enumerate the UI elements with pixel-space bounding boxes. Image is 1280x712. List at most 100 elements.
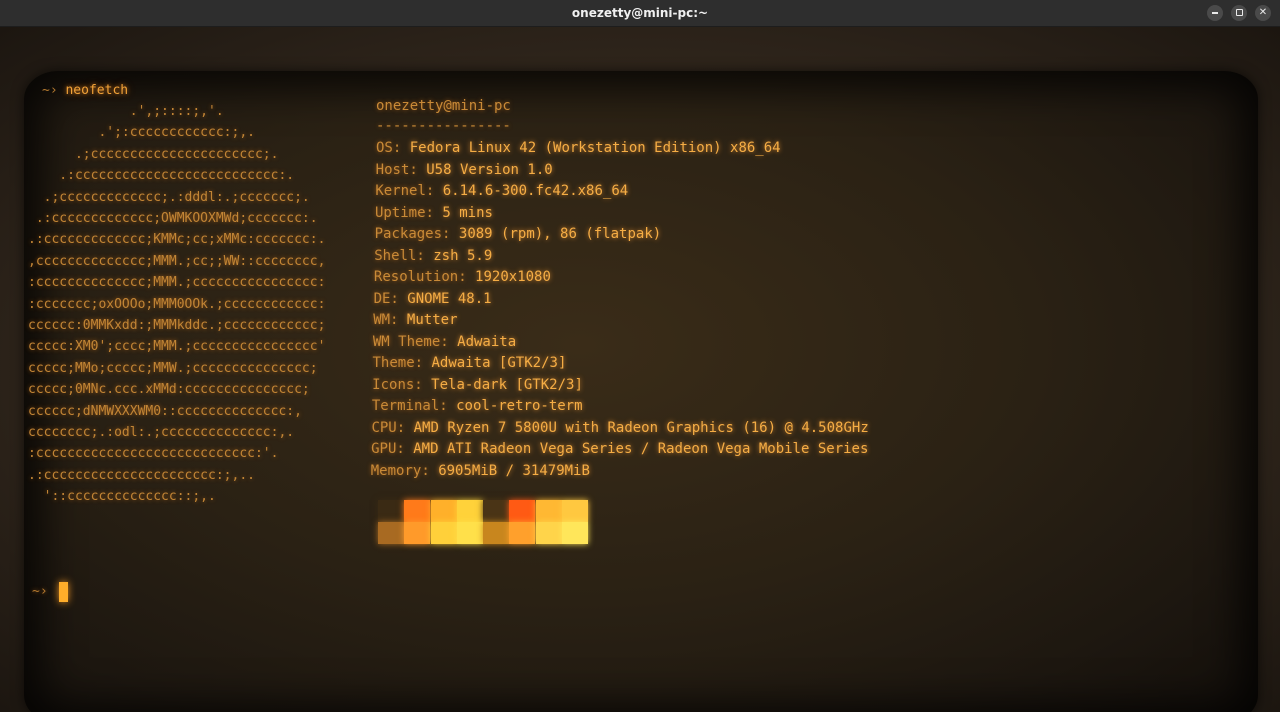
info-value: Adwaita [GTK2/3]	[423, 355, 567, 371]
logo-line: .:ccccccccccccc;OWMKOOXMWd;ccccccc:.	[28, 211, 318, 226]
close-icon: ✕	[1258, 7, 1268, 18]
info-key: Icons:	[372, 376, 423, 393]
close-button[interactable]: ✕	[1255, 5, 1271, 21]
info-value: 6905MiB / 31479MiB	[429, 462, 590, 479]
info-row: Kernel: 6.14.6-300.fc42.x86_64	[375, 182, 628, 200]
palette-swatch	[456, 500, 483, 522]
logo-line: ccccc;0MNc.ccc.xMMd:ccccccccccccccc;	[28, 382, 310, 398]
logo-line: .;ccccccccccccc;.:dddl:.;ccccccc;.	[28, 189, 310, 205]
title-bar[interactable]: onezetty@mini-pc:~ ✕	[0, 0, 1280, 27]
info-key: DE:	[373, 290, 399, 307]
palette-swatch	[404, 500, 431, 522]
logo-line: ,cccccccccccccc;MMM.;cc;;WW::cccccccc,	[28, 253, 326, 269]
info-value: AMD ATI Radeon Vega Series / Radeon Vega…	[404, 441, 869, 457]
command-text: neofetch	[65, 83, 129, 98]
palette-swatch	[404, 522, 431, 544]
info-key: Theme:	[372, 355, 424, 371]
info-key: Memory:	[370, 462, 430, 479]
info-row: GPU: AMD ATI Radeon Vega Series / Radeon…	[371, 440, 868, 458]
logo-line: :cccccccccccccccccccccccccccc:'.	[28, 446, 279, 462]
palette-swatch	[378, 500, 404, 522]
info-row: Packages: 3089 (rpm), 86 (flatpak)	[375, 225, 662, 243]
info-value: Fedora Linux 42 (Workstation Edition) x8…	[401, 140, 781, 156]
logo-line: cccccccc;.:odl:.;cccccccccccccc:,.	[28, 425, 295, 440]
info-row: OS: Fedora Linux 42 (Workstation Edition…	[376, 139, 781, 157]
info-row: Theme: Adwaita [GTK2/3]	[373, 354, 567, 372]
palette-swatch	[535, 500, 562, 522]
info-value: Tela-dark [GTK2/3]	[422, 376, 583, 393]
minimize-icon	[1212, 12, 1218, 14]
info-value: Adwaita	[448, 333, 517, 350]
info-row: Uptime: 5 mins	[375, 204, 493, 222]
final-prompt: ~›	[32, 584, 48, 599]
info-key: WM Theme:	[372, 333, 449, 350]
info-key: Kernel:	[375, 183, 435, 199]
info-key: Terminal:	[371, 398, 448, 414]
palette-swatch	[378, 522, 404, 544]
crt-screen[interactable]: ~› neofetch .',;::::;,'. .';:ccccccccccc…	[24, 71, 1258, 712]
info-value: Mutter	[398, 312, 458, 328]
info-key: Resolution:	[373, 269, 467, 285]
info-key: Host:	[375, 161, 418, 178]
palette-swatch	[483, 522, 509, 544]
logo-line: cccccc:0MMKxdd:;MMMkddc.;cccccccccccc;	[28, 318, 326, 333]
logo-line: .:ccccccccccccc;KMMc;cc;xMMc:ccccccc:.	[28, 232, 326, 248]
info-value: 1920x1080	[466, 269, 551, 285]
crt-bezel: ~› neofetch .',;::::;,'. .';:ccccccccccc…	[0, 27, 1280, 712]
logo-line: :ccccccc;oxOOOo;MMM0OOk.;cccccccccccc:	[28, 296, 326, 312]
command-line: ~› neofetch	[42, 83, 128, 99]
info-row: Memory: 6905MiB / 31479MiB	[371, 462, 590, 480]
info-separator: ----------------	[376, 118, 511, 134]
window-title: onezetty@mini-pc:~	[571, 6, 709, 20]
info-row: WM Theme: Adwaita	[373, 333, 516, 351]
info-key: OS:	[376, 140, 402, 156]
info-row: Icons: Tela-dark [GTK2/3]	[372, 376, 583, 394]
info-row: WM: Mutter	[373, 311, 457, 329]
info-value: 6.14.6-300.fc42.x86_64	[434, 183, 629, 199]
text-cursor	[59, 582, 68, 602]
info-row: Resolution: 1920x1080	[374, 268, 551, 286]
minimize-button[interactable]	[1207, 5, 1223, 21]
info-key: CPU:	[371, 419, 406, 436]
palette-swatch	[561, 522, 588, 544]
logo-line: '::cccccccccccccc::;,.	[28, 489, 216, 505]
info-value: GNOME 48.1	[398, 290, 492, 307]
palette-swatch	[483, 500, 509, 522]
info-value: 5 mins	[433, 204, 493, 221]
info-value: AMD Ryzen 7 5800U with Radeon Graphics (…	[405, 419, 869, 436]
info-row: CPU: AMD Ryzen 7 5800U with Radeon Graph…	[371, 419, 868, 437]
info-row: Host: U58 Version 1.0	[376, 161, 553, 179]
palette-swatch	[509, 522, 536, 544]
info-key: WM:	[373, 312, 399, 328]
palette-swatch	[456, 522, 483, 544]
palette-swatch	[535, 522, 562, 544]
color-palette	[378, 500, 588, 544]
logo-line: .';:cccccccccccc:;,.	[28, 125, 255, 141]
logo-line: .',;::::;,'.	[28, 104, 224, 119]
maximize-button[interactable]	[1231, 5, 1247, 21]
palette-swatch	[509, 500, 536, 522]
info-row: DE: GNOME 48.1	[374, 290, 492, 308]
logo-line: cccccc;dNMWXXXWM0::cccccccccccccc:,	[28, 403, 302, 419]
logo-line: :cccccccccccccc;MMM.;cccccccccccccccc:	[28, 275, 326, 291]
info-header: onezetty@mini-pc	[376, 98, 511, 114]
info-value: 3089 (rpm), 86 (flatpak)	[450, 226, 662, 242]
logo-line: ccccc:XM0';cccc;MMM.;cccccccccccccccc'	[28, 339, 326, 355]
info-value: cool-retro-term	[447, 398, 583, 414]
palette-swatch	[561, 500, 588, 522]
logo-line: .:cccccccccccccccccccccccccc:.	[28, 168, 295, 184]
info-key: Packages:	[374, 226, 451, 242]
palette-swatch	[430, 522, 457, 544]
terminal-window: onezetty@mini-pc:~ ✕ ~› neofetch .',;:::…	[0, 0, 1280, 712]
maximize-icon	[1235, 8, 1243, 16]
prompt-symbol: ~›	[42, 83, 58, 98]
palette-swatch	[430, 500, 457, 522]
info-key: Shell:	[374, 247, 425, 264]
logo-line: .:cccccccccccccccccccccc:;,..	[28, 467, 255, 483]
info-row: Terminal: cool-retro-term	[372, 397, 583, 415]
info-key: Uptime:	[374, 204, 434, 221]
logo-line: ccccc;MMo;ccccc;MMW.;ccccccccccccccc;	[28, 360, 318, 376]
info-row: Shell: zsh 5.9	[374, 247, 492, 265]
info-value: zsh 5.9	[424, 247, 493, 264]
info-key: GPU:	[371, 441, 405, 457]
